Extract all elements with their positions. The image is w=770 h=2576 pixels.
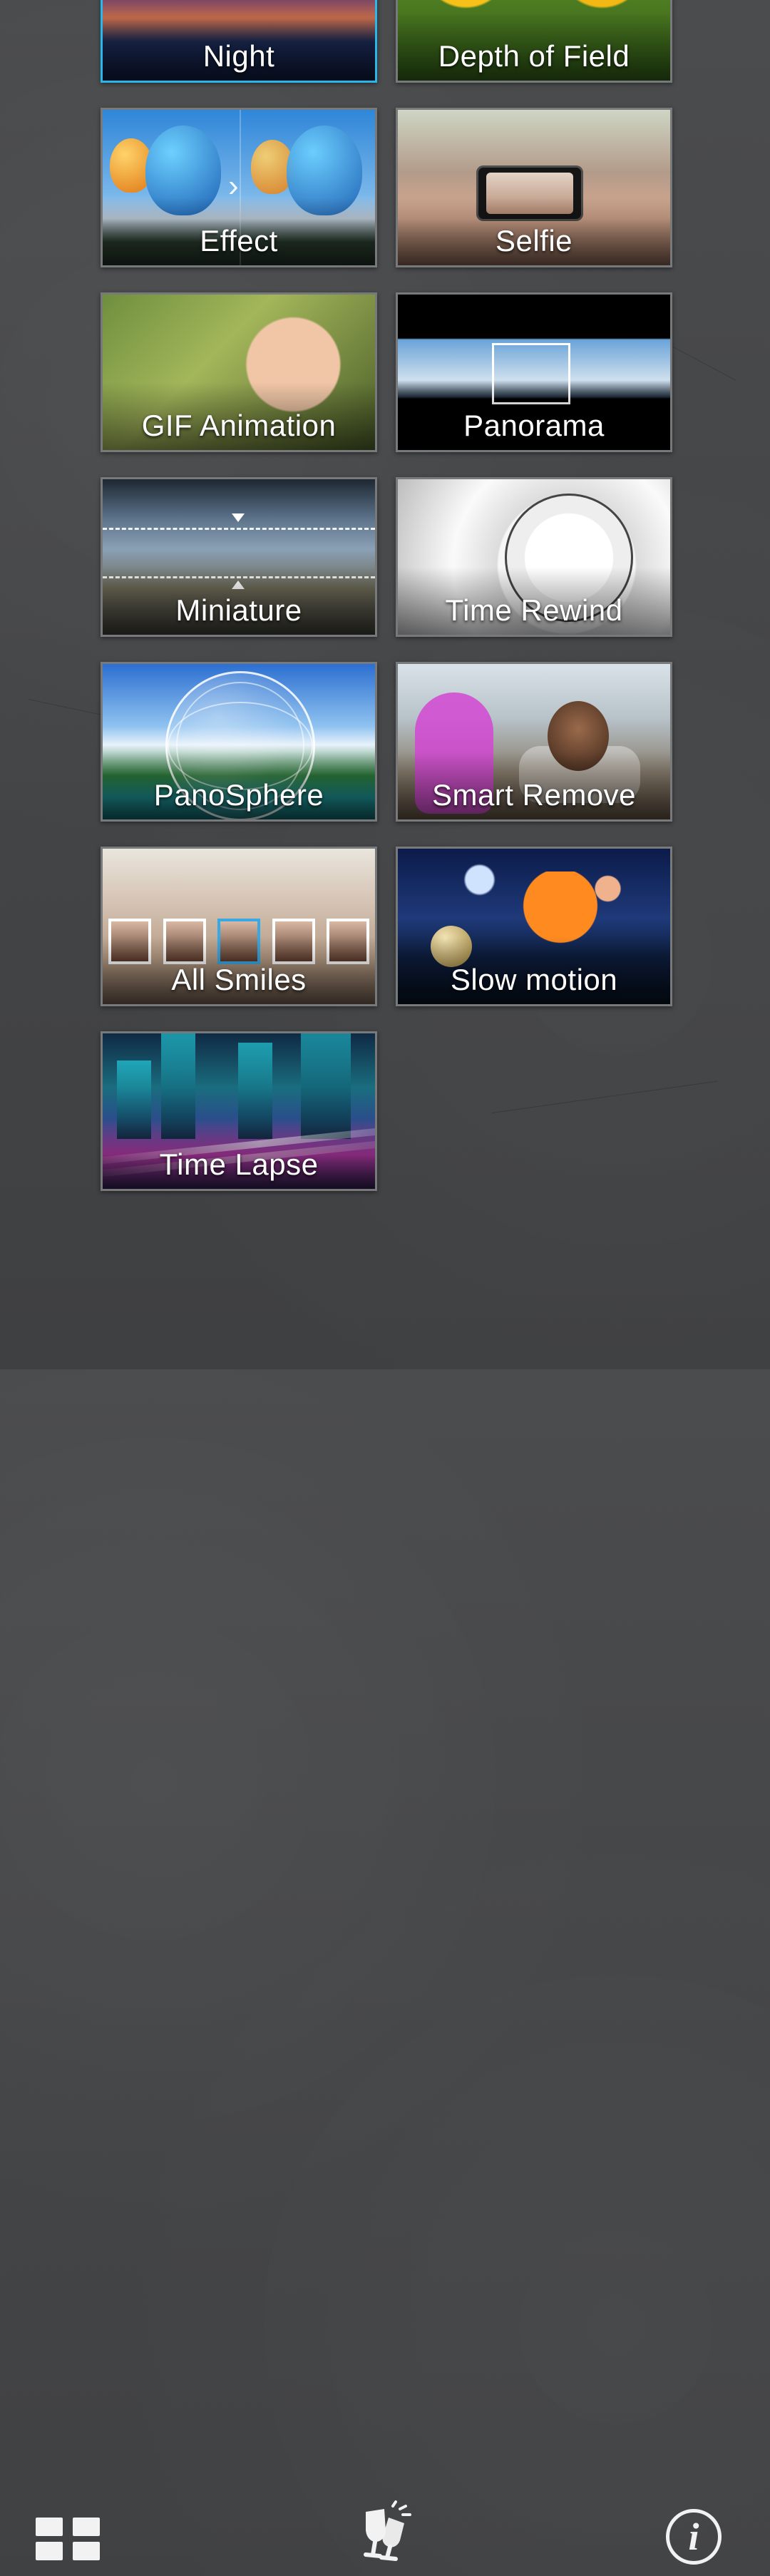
mode-tile-panorama[interactable]: Panorama (396, 292, 672, 452)
mode-label: Smart Remove (431, 778, 637, 812)
mode-tile-night[interactable]: Night (101, 0, 377, 83)
mode-tile-depth-of-field[interactable]: Depth of Field (396, 0, 672, 83)
mode-tile-panosphere[interactable]: PanoSphere (101, 662, 377, 822)
info-icon-glyph: i (688, 2515, 699, 2558)
cheers-button[interactable] (346, 2492, 424, 2570)
grid-square (36, 2518, 63, 2536)
mode-label: Night (202, 39, 275, 73)
mode-tile-slow-motion[interactable]: Slow motion (396, 847, 672, 1006)
grid-square (73, 2542, 100, 2560)
dashed-guide (103, 528, 375, 530)
grid-square (36, 2542, 63, 2560)
mode-label: Time Rewind (445, 593, 623, 627)
mode-tile-gif-animation[interactable]: GIF Animation (101, 292, 377, 452)
mode-tile-effect[interactable]: › Effect (101, 108, 377, 267)
grid-view-icon (36, 2502, 100, 2566)
mode-label: Depth of Field (438, 39, 630, 73)
grid-square (73, 2518, 100, 2536)
mode-grid: Night Depth of Field › Effect Selfie GIF… (0, 0, 770, 1369)
mode-label: Miniature (175, 593, 302, 627)
mode-label: Effect (200, 224, 278, 257)
mode-label: GIF Animation (141, 409, 337, 442)
mode-tile-time-lapse[interactable]: Time Lapse (101, 1031, 377, 1191)
mode-tile-selfie[interactable]: Selfie (396, 108, 672, 267)
mode-label: PanoSphere (153, 778, 324, 812)
mode-label: Slow motion (450, 963, 618, 996)
mode-label: Time Lapse (159, 1148, 319, 1181)
mode-tile-smart-remove[interactable]: Smart Remove (396, 662, 672, 822)
mode-label: Panorama (463, 409, 605, 442)
triangle-down-icon (232, 513, 245, 522)
info-icon: i (666, 2509, 722, 2565)
bottom-bar: i (0, 1248, 770, 2565)
mode-label: All Smiles (171, 963, 307, 996)
mode-tile-all-smiles[interactable]: All Smiles (101, 847, 377, 1006)
mode-tile-miniature[interactable]: Miniature (101, 477, 377, 637)
grid-view-button[interactable] (29, 2495, 107, 2573)
info-button[interactable]: i (654, 2498, 733, 2576)
mode-tile-time-rewind[interactable]: Time Rewind (396, 477, 672, 637)
cheers-icon (364, 2500, 411, 2561)
mode-label: Selfie (495, 224, 573, 257)
